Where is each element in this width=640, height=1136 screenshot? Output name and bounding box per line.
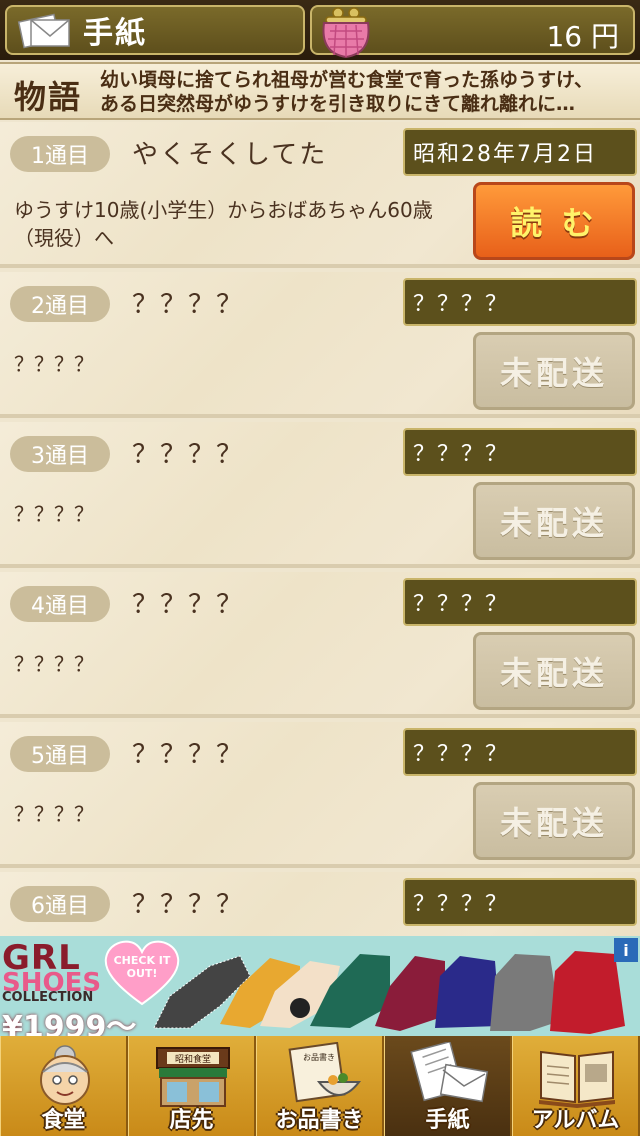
undelivered-button[interactable]: 未配送 — [473, 782, 635, 860]
ad-banner[interactable]: GRL SHOES COLLECTION ¥1999～ CHECK IT OUT… — [0, 936, 640, 1036]
nav-item-album[interactable]: アルバム — [512, 1036, 640, 1136]
letter-title: ？？？？ — [132, 740, 245, 770]
story-line-1: 幼い頃母に捨てられ祖母が営む食堂で育った孫ゆうすけ、 — [100, 69, 594, 91]
letter-description: ゆうすけ10歳(小学生）からおばあちゃん60歳（現役）へ — [14, 198, 433, 250]
letter-title: ？？？？ — [132, 890, 245, 920]
letter-row: 4通目 ？？？？ ？？？？ ？？？？ 未配送 — [0, 572, 640, 718]
menu-sign-text: お品書き — [303, 1052, 335, 1062]
nav-label: お品書き — [275, 1108, 364, 1133]
shop-sign-text: 昭和食堂 — [175, 1053, 211, 1065]
letter-title: やくそくしてた — [132, 140, 328, 170]
app-header: 手紙 16 円 — [0, 0, 640, 60]
letter-title: ？？？？ — [132, 590, 245, 620]
undelivered-button[interactable]: 未配送 — [473, 332, 635, 410]
money-amount: 16 円 — [546, 20, 619, 53]
letter-row: 2通目 ？？？？ ？？？？ ？？？？ 未配送 — [0, 272, 640, 418]
story-line-2: ある日突然母がゆうすけを引き取りにきて離れ離れに… — [100, 93, 576, 115]
nav-label: 食堂 — [41, 1108, 86, 1133]
letter-number: 2通目 — [10, 286, 110, 322]
letter-description: ？？？？ — [14, 652, 94, 676]
undelivered-button[interactable]: 未配送 — [473, 632, 635, 710]
ad-price: ¥1999～ — [2, 1010, 137, 1036]
storefront-icon: 昭和食堂 — [156, 1047, 230, 1107]
page-title: 手紙 — [83, 16, 147, 51]
nav-item-oshinagaki[interactable]: お品書き お品書き — [256, 1036, 384, 1136]
bottom-nav: 食堂 昭和食堂 店先 お品書き お品書き 手紙 アルバム — [0, 1036, 640, 1136]
letter-number: 3通目 — [10, 436, 110, 472]
menu-bowl-icon: お品書き — [288, 1042, 361, 1103]
letter-date: ？？？？ — [403, 278, 637, 326]
nav-label: 手紙 — [425, 1108, 470, 1133]
letter-date: ？？？？ — [403, 878, 637, 926]
envelope-icon — [17, 13, 70, 49]
ad-info-button[interactable]: i — [614, 938, 638, 962]
nav-item-shokudo[interactable]: 食堂 — [0, 1036, 128, 1136]
nav-label: 店先 — [169, 1108, 214, 1133]
letter-row: 3通目 ？？？？ ？？？？ ？？？？ 未配送 — [0, 422, 640, 568]
letters-icon — [410, 1042, 489, 1103]
read-button[interactable]: 読 む — [473, 182, 635, 260]
letter-description: ？？？？ — [14, 502, 94, 526]
letter-date: 昭和28年7月2日 — [403, 128, 637, 176]
letter-title: ？？？？ — [132, 440, 245, 470]
screen-title-box: 手紙 — [5, 5, 305, 55]
letter-title: ？？？？ — [132, 290, 245, 320]
letter-number: 1通目 — [10, 136, 110, 172]
story-label: 物語 — [14, 78, 83, 116]
letter-row: 6通目 ？？？？ ？？？？ — [0, 872, 640, 936]
nav-item-tegami[interactable]: 手紙 — [384, 1036, 512, 1136]
letter-row: 5通目 ？？？？ ？？？？ ？？？？ 未配送 — [0, 722, 640, 868]
letter-date: ？？？？ — [403, 728, 637, 776]
nav-item-misesaki[interactable]: 昭和食堂 店先 — [128, 1036, 256, 1136]
letter-number: 4通目 — [10, 586, 110, 622]
grandma-icon — [40, 1045, 90, 1105]
letter-date: ？？？？ — [403, 578, 637, 626]
undelivered-button[interactable]: 未配送 — [473, 482, 635, 560]
money-display: 16 円 — [310, 5, 635, 59]
story-synopsis: 幼い頃母に捨てられ祖母が営む食堂で育った孫ゆうすけ、 ある日突然母がゆうすけを引… — [100, 68, 635, 116]
letter-number: 5通目 — [10, 736, 110, 772]
letter-number: 6通目 — [10, 886, 110, 922]
album-icon — [539, 1050, 615, 1108]
letter-row: 1通目 やくそくしてた 昭和28年7月2日 ゆうすけ10歳(小学生）からおばあち… — [0, 122, 640, 268]
letter-description: ？？？？ — [14, 802, 94, 826]
shoes-image — [153, 951, 625, 1034]
story-banner[interactable]: 物語 幼い頃母に捨てられ祖母が営む食堂で育った孫ゆうすけ、 ある日突然母がゆうす… — [0, 62, 640, 120]
purse-icon — [322, 7, 370, 59]
nav-label: アルバム — [531, 1108, 620, 1133]
letter-description: ？？？？ — [14, 352, 94, 376]
letter-date: ？？？？ — [403, 428, 637, 476]
letter-list[interactable]: 1通目 やくそくしてた 昭和28年7月2日 ゆうすけ10歳(小学生）からおばあち… — [0, 122, 640, 936]
